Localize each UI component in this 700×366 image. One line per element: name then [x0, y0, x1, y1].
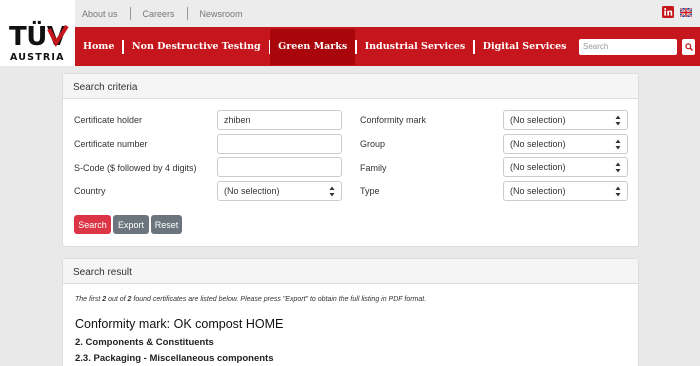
uk-flag-icon[interactable] — [680, 6, 692, 18]
family-select[interactable]: (No selection) — [503, 157, 628, 177]
chevron-up-down-icon — [615, 115, 621, 126]
nav-item-digital-services[interactable]: Digital Services — [475, 29, 575, 65]
group-select[interactable]: (No selection) — [503, 134, 628, 154]
panel-title: Search criteria — [63, 74, 638, 99]
utility-bar: About us Careers Newsroom — [0, 0, 700, 27]
certificate-number-input[interactable] — [217, 134, 342, 154]
utility-links: About us Careers Newsroom — [82, 7, 243, 20]
panel-title: Search result — [63, 259, 638, 284]
conformity-mark-select[interactable]: (No selection) — [503, 110, 628, 130]
certificate-holder-label: Certificate holder — [74, 115, 143, 125]
country-select[interactable]: (No selection) — [217, 181, 342, 201]
divider — [186, 7, 188, 20]
s-code-input[interactable] — [217, 157, 342, 177]
search-button[interactable] — [682, 39, 695, 55]
conformity-mark-label: Conformity mark — [360, 115, 427, 125]
family-label: Family — [360, 163, 387, 173]
country-label: Country — [74, 186, 106, 196]
chevron-up-down-icon — [329, 186, 335, 197]
s-code-label: S-Code ($ followed by 4 digits) — [74, 163, 197, 173]
chevron-up-down-icon — [615, 162, 621, 173]
linkedin-icon[interactable] — [662, 6, 674, 18]
chevron-up-down-icon — [615, 186, 621, 197]
logo-subtitle: AUSTRIA — [10, 52, 65, 63]
divider — [129, 7, 131, 20]
export-button[interactable]: Export — [113, 215, 149, 234]
about-us-link[interactable]: About us — [82, 9, 118, 19]
nav-item-industrial-services[interactable]: Industrial Services — [357, 29, 474, 65]
nav-item-home[interactable]: Home — [75, 29, 122, 65]
brand-logo[interactable]: TÜV AUSTRIA — [0, 0, 75, 66]
category-heading: 2. Components & Constituents — [75, 337, 214, 348]
group-label: Group — [360, 139, 386, 149]
search-icon — [684, 43, 693, 51]
nav-item-green-marks[interactable]: Green Marks — [270, 28, 356, 65]
careers-link[interactable]: Careers — [143, 9, 175, 19]
subcategory-heading: 2.3. Packaging - Miscellaneous component… — [75, 353, 274, 364]
conformity-mark-heading: Conformity mark: OK compost HOME — [75, 317, 284, 331]
reset-button[interactable]: Reset — [151, 215, 182, 234]
search-submit-button[interactable]: Search — [74, 215, 111, 234]
type-select-value: (No selection) — [510, 186, 566, 196]
conformity-mark-select-value: (No selection) — [510, 115, 566, 125]
type-select[interactable]: (No selection) — [503, 181, 628, 201]
certificate-number-label: Certificate number — [74, 139, 148, 149]
certificate-holder-input[interactable]: zhiben — [217, 110, 342, 130]
group-select-value: (No selection) — [510, 139, 566, 149]
search-result-panel: Search result The first 2 out of 2 found… — [62, 258, 639, 366]
country-select-value: (No selection) — [224, 186, 280, 196]
result-summary: The first 2 out of 2 found certificates … — [75, 296, 427, 303]
newsroom-link[interactable]: Newsroom — [200, 9, 243, 19]
type-label: Type — [360, 186, 380, 196]
chevron-up-down-icon — [615, 139, 621, 150]
main-navigation: Home Non Destructive Testing Green Marks… — [0, 27, 700, 66]
family-select-value: (No selection) — [510, 162, 566, 172]
logo-check-icon — [47, 25, 69, 47]
site-search-input[interactable]: Search — [579, 39, 677, 55]
nav-item-non-destructive-testing[interactable]: Non Destructive Testing — [124, 29, 269, 65]
